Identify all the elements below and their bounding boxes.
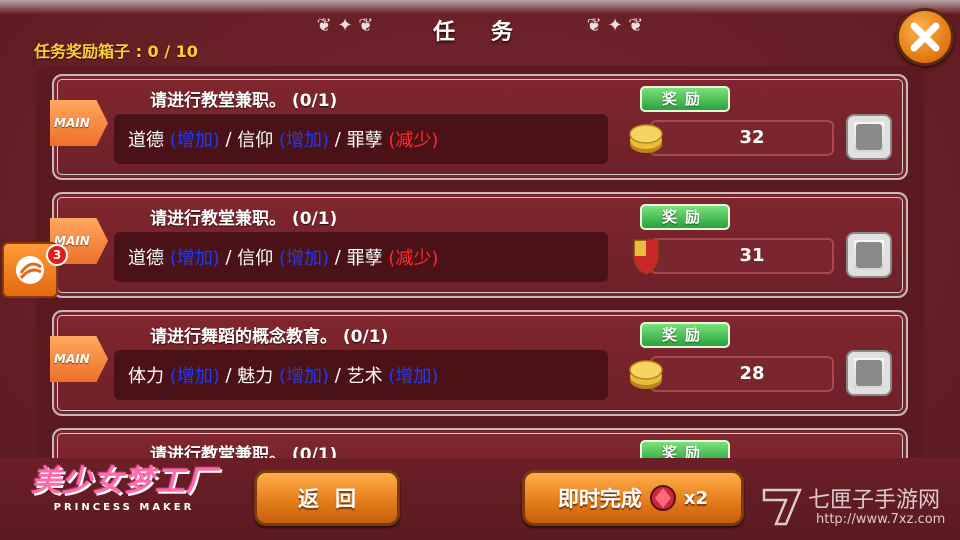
task-title: 请进行教堂兼职。 (0/1) (150, 209, 338, 229)
task-title: 请进行舞蹈的概念教育。 (0/1) (150, 327, 389, 347)
separator: / (329, 128, 347, 150)
task-card: 请进行教堂兼职。 (0/1) 奖励 (52, 428, 908, 458)
separator: / (329, 246, 347, 268)
task-checkbox[interactable] (846, 232, 892, 278)
logo-title: 美少女梦工厂 (31, 464, 217, 499)
notice-icon (16, 256, 44, 284)
stat-effect: (增加) (279, 130, 330, 151)
task-checkbox[interactable] (846, 114, 892, 160)
separator: / (219, 246, 238, 268)
back-button[interactable]: 返回 (254, 470, 400, 526)
game-logo: 美少女梦工厂 PRINCESS MAKER (24, 456, 224, 528)
stat-effect: (增加) (279, 366, 330, 387)
reward-label: 奖励 (640, 440, 730, 458)
instant-complete-button[interactable]: 即时完成 x2 (522, 470, 744, 526)
separator: / (219, 128, 238, 150)
watermark-url: http://www.7xz.com (816, 512, 946, 527)
reward-box-counter: 任务奖励箱子 : 0 / 10 (34, 42, 198, 61)
task-title: 请进行教堂兼职。 (0/1) (150, 91, 338, 111)
stat-effect: (减少) (388, 130, 439, 151)
page-title: 任 务 (433, 20, 527, 45)
reward-label: 奖励 (640, 322, 730, 348)
stat-effect: (增加) (169, 366, 220, 387)
instant-complete-label: 即时完成 (557, 487, 642, 511)
stat-effect: (增加) (279, 248, 330, 269)
close-button[interactable] (896, 8, 954, 66)
watermark-logo-icon (762, 488, 802, 526)
stat-name: 魅力 (237, 366, 274, 387)
shield-icon (633, 239, 659, 275)
gem-icon (649, 485, 676, 511)
stat-effect: (增加) (169, 130, 220, 151)
ornament-right-icon: ❦ ✦ ❦ (586, 15, 644, 36)
reward-value: 31 (650, 238, 834, 274)
site-watermark: 七匣子手游网 http://www.7xz.com (760, 478, 956, 534)
gold-coin-icon (629, 124, 663, 153)
gold-coin-icon (629, 360, 663, 389)
task-checkbox[interactable] (846, 350, 892, 396)
ornament-left-icon: ❦ ✦ ❦ (316, 15, 374, 36)
reward-value: 32 (650, 120, 834, 156)
top-border (0, 0, 960, 14)
instant-complete-cost: x2 (683, 487, 709, 509)
reward-value: 28 (650, 356, 834, 392)
stat-name: 体力 (128, 366, 164, 387)
stat-effect: (增加) (169, 248, 220, 269)
stat-effect: (增加) (388, 366, 439, 387)
separator: / (329, 364, 347, 386)
task-card: MAIN 请进行教堂兼职。 (0/1) 道德 (增加) / 信仰 (增加) / … (50, 74, 908, 180)
watermark-name: 七匣子手游网 (808, 488, 941, 513)
stat-name: 罪孽 (346, 130, 383, 151)
task-list[interactable]: MAIN 请进行教堂兼职。 (0/1) 道德 (增加) / 信仰 (增加) / … (36, 66, 924, 458)
task-stats: 道德 (增加) / 信仰 (增加) / 罪孽 (减少) (114, 114, 608, 164)
task-stats: 体力 (增加) / 魅力 (增加) / 艺术 (增加) (114, 350, 608, 400)
close-icon (910, 22, 940, 52)
main-tag: MAIN (50, 100, 108, 146)
stat-name: 罪孽 (346, 248, 383, 269)
main-tag: MAIN (50, 336, 108, 382)
notice-count-badge: 3 (46, 244, 68, 266)
task-stats: 道德 (增加) / 信仰 (增加) / 罪孽 (减少) (114, 232, 608, 282)
separator: / (219, 364, 238, 386)
stat-name: 艺术 (346, 366, 383, 387)
stat-name: 信仰 (237, 130, 274, 151)
task-card: MAIN 请进行教堂兼职。 (0/1) 道德 (增加) / 信仰 (增加) / … (50, 192, 908, 298)
stat-name: 道德 (128, 248, 164, 269)
stat-name: 道德 (128, 130, 164, 151)
reward-label: 奖励 (640, 86, 730, 112)
task-card: MAIN 请进行舞蹈的概念教育。 (0/1) 体力 (增加) / 魅力 (增加)… (50, 310, 908, 416)
stat-name: 信仰 (237, 248, 274, 269)
reward-label: 奖励 (640, 204, 730, 230)
logo-subtitle: PRINCESS MAKER (53, 502, 195, 513)
stat-effect: (减少) (388, 248, 439, 269)
